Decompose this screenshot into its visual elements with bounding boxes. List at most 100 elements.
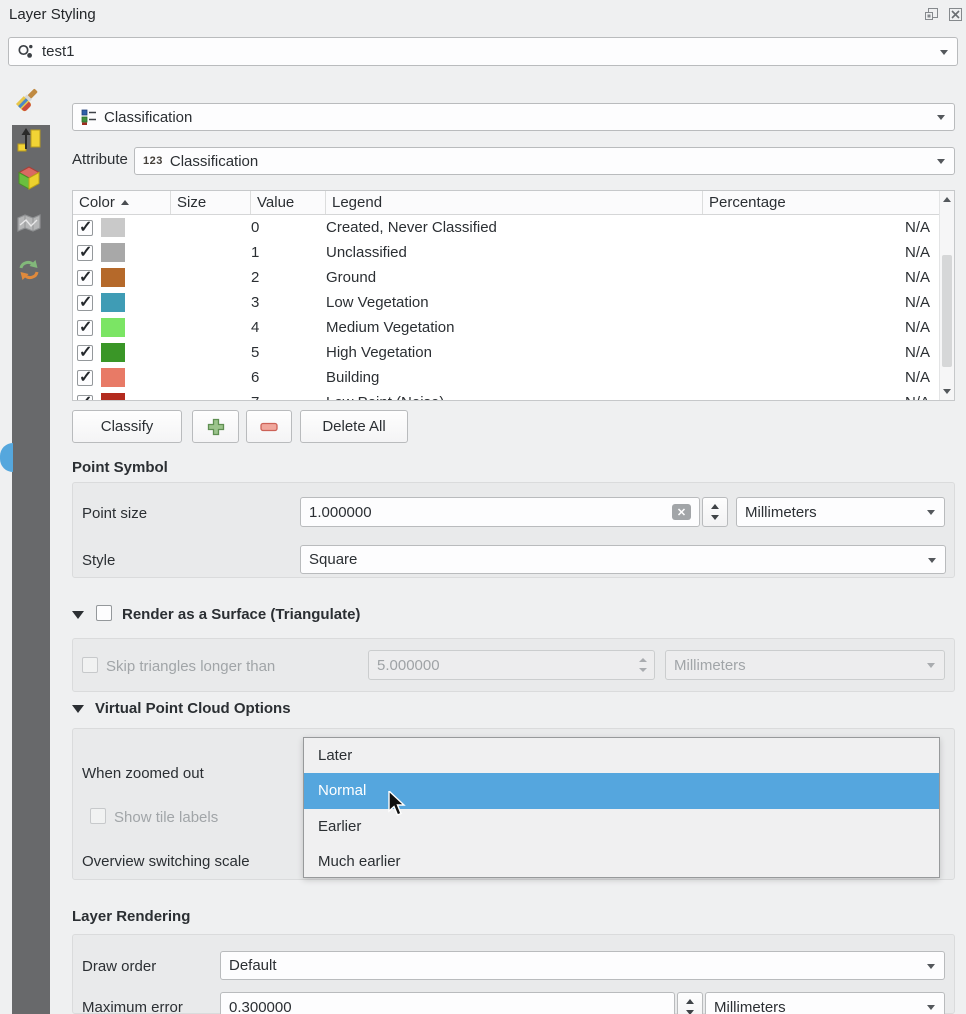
scroll-down-icon[interactable] — [943, 389, 951, 394]
delete-all-button[interactable]: Delete All — [300, 410, 408, 443]
show-tile-labels-label: Show tile labels — [114, 809, 218, 826]
row-color-swatch[interactable] — [101, 368, 125, 387]
row-percentage: N/A — [703, 219, 954, 236]
row-visibility-checkbox[interactable] — [77, 395, 93, 402]
row-color-swatch[interactable] — [101, 268, 125, 287]
row-value: 3 — [251, 294, 326, 311]
clear-text-icon[interactable]: ✕ — [672, 504, 691, 520]
table-row[interactable]: 4 Medium Vegetation N/A — [73, 315, 954, 340]
row-visibility-checkbox[interactable] — [77, 270, 93, 286]
table-row[interactable]: 1 Unclassified N/A — [73, 240, 954, 265]
layer-rendering-title: Layer Rendering — [72, 908, 190, 925]
column-header-percentage[interactable]: Percentage — [703, 191, 954, 214]
float-panel-icon[interactable] — [925, 8, 939, 22]
row-color-swatch[interactable] — [101, 393, 125, 401]
sidebar-item-elevation[interactable] — [15, 128, 43, 156]
table-row[interactable]: 3 Low Vegetation N/A — [73, 290, 954, 315]
table-row[interactable]: 2 Ground N/A — [73, 265, 954, 290]
scrollbar-thumb[interactable] — [942, 255, 952, 367]
skip-triangles-unit-selector[interactable]: Millimeters — [665, 650, 945, 680]
collapse-arrow-icon[interactable] — [72, 705, 84, 713]
draw-order-selector[interactable]: Default — [220, 951, 945, 980]
classes-table-body: 0 Created, Never Classified N/A 1 Unclas… — [73, 215, 954, 401]
sidebar-item-overview[interactable] — [15, 212, 43, 240]
scroll-up-icon[interactable] — [943, 197, 951, 202]
elevation-icon — [16, 127, 42, 157]
point-cloud-layer-icon — [17, 43, 35, 61]
sidebar-item-3d-view[interactable] — [15, 166, 43, 194]
maximum-error-spinner[interactable] — [677, 992, 703, 1014]
maximum-error-input[interactable]: 0.300000 — [220, 992, 675, 1014]
point-size-spinner[interactable] — [702, 497, 728, 527]
row-value: 2 — [251, 269, 326, 286]
skip-triangles-checkbox[interactable] — [82, 657, 98, 673]
row-percentage: N/A — [703, 244, 954, 261]
spin-down-icon[interactable] — [686, 1010, 694, 1014]
categorized-legend-icon — [81, 109, 97, 125]
row-color-swatch[interactable] — [101, 243, 125, 262]
row-visibility-checkbox[interactable] — [77, 370, 93, 386]
spin-up-icon[interactable] — [711, 504, 719, 509]
row-visibility-checkbox[interactable] — [77, 320, 93, 336]
render-surface-title[interactable]: Render as a Surface (Triangulate) — [122, 606, 360, 623]
sidebar-item-history[interactable] — [15, 258, 43, 286]
classes-table-header: Color Size Value Legend Percentage — [73, 191, 954, 215]
dropdown-option[interactable]: Later — [304, 738, 939, 773]
row-visibility-checkbox[interactable] — [77, 345, 93, 361]
row-visibility-checkbox[interactable] — [77, 245, 93, 261]
table-row[interactable]: 0 Created, Never Classified N/A — [73, 215, 954, 240]
spin-up-icon[interactable] — [686, 999, 694, 1004]
table-row[interactable]: 6 Building N/A — [73, 365, 954, 390]
add-class-button[interactable] — [192, 410, 239, 443]
row-value: 0 — [251, 219, 326, 236]
integer-field-badge: 123 — [143, 155, 163, 167]
when-zoomed-out-label: When zoomed out — [82, 765, 204, 782]
column-header-color[interactable]: Color — [73, 191, 171, 214]
style-selector[interactable]: Square — [300, 545, 946, 574]
column-header-legend[interactable]: Legend — [326, 191, 703, 214]
maximum-error-unit-selector[interactable]: Millimeters — [705, 992, 945, 1014]
remove-class-button[interactable] — [246, 410, 292, 443]
sort-ascending-icon — [121, 200, 129, 205]
row-percentage: N/A — [703, 369, 954, 386]
classes-table: Color Size Value Legend Percentage 0 Cre… — [72, 190, 955, 401]
show-tile-labels-checkbox[interactable] — [90, 808, 106, 824]
row-value: 5 — [251, 344, 326, 361]
row-visibility-checkbox[interactable] — [77, 220, 93, 236]
point-size-input[interactable]: 1.000000 ✕ — [300, 497, 700, 527]
classify-button[interactable]: Classify — [72, 410, 182, 443]
layer-selector-value: test1 — [42, 43, 75, 60]
table-row[interactable]: 5 High Vegetation N/A — [73, 340, 954, 365]
spinner-icons[interactable] — [639, 657, 648, 673]
close-panel-icon[interactable] — [949, 8, 963, 22]
row-value: 7 — [251, 394, 326, 401]
table-row[interactable]: 7 Low Point (Noise) N/A — [73, 390, 954, 401]
collapse-arrow-icon[interactable] — [72, 611, 84, 619]
row-color-swatch[interactable] — [101, 343, 125, 362]
row-legend: High Vegetation — [326, 344, 703, 361]
table-scrollbar[interactable] — [939, 191, 954, 400]
cube-3d-icon — [16, 165, 42, 195]
attribute-selector[interactable]: 123 Classification — [134, 147, 955, 175]
style-label: Style — [82, 552, 115, 569]
renderer-selector[interactable]: Classification — [72, 103, 955, 131]
skip-triangles-label: Skip triangles longer than — [106, 658, 275, 675]
render-surface-checkbox[interactable] — [96, 605, 112, 621]
plus-icon — [206, 417, 226, 437]
row-color-swatch[interactable] — [101, 293, 125, 312]
dropdown-arrow-icon — [927, 510, 935, 515]
column-header-value[interactable]: Value — [251, 191, 326, 214]
point-size-unit-selector[interactable]: Millimeters — [736, 497, 945, 527]
row-color-swatch[interactable] — [101, 218, 125, 237]
spin-down-icon[interactable] — [711, 515, 719, 520]
sidebar-item-symbology[interactable] — [14, 87, 42, 115]
row-visibility-checkbox[interactable] — [77, 295, 93, 311]
column-header-size[interactable]: Size — [171, 191, 251, 214]
skip-triangles-input[interactable]: 5.000000 — [368, 650, 655, 680]
vpc-options-title[interactable]: Virtual Point Cloud Options — [95, 700, 291, 717]
row-color-swatch[interactable] — [101, 318, 125, 337]
layer-styling-panel: Layer Styling test1 — [0, 0, 966, 1014]
dropdown-option[interactable]: Much earlier — [304, 844, 939, 879]
dropdown-arrow-icon — [927, 964, 935, 969]
layer-selector[interactable]: test1 — [8, 37, 958, 66]
